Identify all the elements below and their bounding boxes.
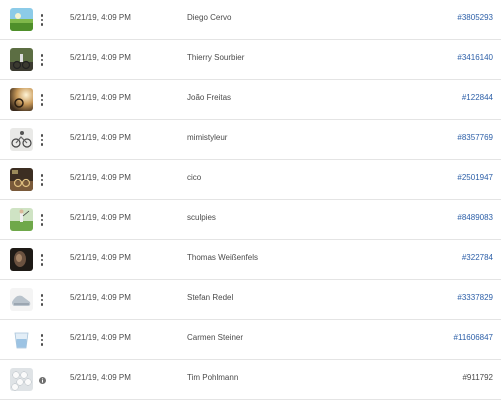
bmx-icon[interactable] — [10, 128, 33, 151]
row-author: Tim Pohlmann — [187, 373, 239, 382]
row-id-link[interactable]: #2501947 — [457, 173, 493, 182]
row-id: #911792 — [462, 373, 493, 382]
row-id-link[interactable]: #122844 — [462, 93, 493, 102]
more-options-icon[interactable] — [37, 210, 47, 230]
row-date: 5/21/19, 4:09 PM — [70, 293, 131, 302]
info-icon[interactable] — [37, 374, 47, 386]
row-date: 5/21/19, 4:09 PM — [70, 93, 131, 102]
bike-trail-icon[interactable] — [10, 168, 33, 191]
more-options-icon[interactable] — [37, 130, 47, 150]
table-row[interactable]: 5/21/19, 4:09 PM Thomas Weißenfels #3227… — [0, 240, 501, 280]
more-options-icon[interactable] — [37, 170, 47, 190]
row-author: mimistyleur — [187, 133, 228, 142]
row-author: João Freitas — [187, 93, 232, 102]
row-id-link[interactable]: #322784 — [462, 253, 493, 262]
golfer-icon[interactable] — [10, 208, 33, 231]
row-date: 5/21/19, 4:09 PM — [70, 213, 131, 222]
row-author: Stefan Redel — [187, 293, 234, 302]
table-row[interactable]: 5/21/19, 4:09 PM Stefan Redel #3337829 — [0, 280, 501, 320]
more-options-icon[interactable] — [37, 90, 47, 110]
more-options-icon[interactable] — [37, 290, 47, 310]
asset-list: 5/21/19, 4:09 PM Diego Cervo #3805293 5/… — [0, 0, 501, 400]
row-date: 5/21/19, 4:09 PM — [70, 53, 131, 62]
table-row[interactable]: 5/21/19, 4:09 PM cico #2501947 — [0, 160, 501, 200]
row-id-link[interactable]: #3805293 — [457, 13, 493, 22]
table-row[interactable]: 5/21/19, 4:09 PM Diego Cervo #3805293 — [0, 0, 501, 40]
row-id-link[interactable]: #8489083 — [457, 213, 493, 222]
row-id-link[interactable]: #3416140 — [457, 53, 493, 62]
more-options-icon[interactable] — [37, 250, 47, 270]
table-row[interactable]: 5/21/19, 4:09 PM Thierry Sourbier #34161… — [0, 40, 501, 80]
water-glass-icon[interactable] — [10, 328, 33, 351]
more-options-icon[interactable] — [37, 10, 47, 30]
row-author: Carmen Steiner — [187, 333, 244, 342]
row-id-link[interactable]: #11606847 — [454, 333, 493, 342]
table-row[interactable]: 5/21/19, 4:09 PM João Freitas #122844 — [0, 80, 501, 120]
row-date: 5/21/19, 4:09 PM — [70, 133, 131, 142]
table-row[interactable]: 5/21/19, 4:09 PM mimistyleur #8357769 — [0, 120, 501, 160]
golf-field-icon[interactable] — [10, 8, 33, 31]
row-date: 5/21/19, 4:09 PM — [70, 373, 131, 382]
row-date: 5/21/19, 4:09 PM — [70, 173, 131, 182]
row-author: sculpies — [187, 213, 216, 222]
dark-portrait-icon[interactable] — [10, 248, 33, 271]
row-author: cico — [187, 173, 202, 182]
golf-balls-icon[interactable] — [10, 368, 33, 391]
row-id-link[interactable]: #8357769 — [457, 133, 493, 142]
table-row[interactable]: 5/21/19, 4:09 PM Carmen Steiner #1160684… — [0, 320, 501, 360]
sunset-rider-icon[interactable] — [10, 88, 33, 111]
row-date: 5/21/19, 4:09 PM — [70, 253, 131, 262]
row-id-link[interactable]: #3337829 — [457, 293, 493, 302]
table-row[interactable]: 5/21/19, 4:09 PM sculpies #8489083 — [0, 200, 501, 240]
row-date: 5/21/19, 4:09 PM — [70, 13, 131, 22]
row-date: 5/21/19, 4:09 PM — [70, 333, 131, 342]
sneaker-icon[interactable] — [10, 288, 33, 311]
more-options-icon[interactable] — [37, 330, 47, 350]
table-row[interactable]: 5/21/19, 4:09 PM Tim Pohlmann #911792 — [0, 360, 501, 400]
more-options-icon[interactable] — [37, 50, 47, 70]
row-author: Diego Cervo — [187, 13, 232, 22]
row-author: Thomas Weißenfels — [187, 253, 258, 262]
cyclist-icon[interactable] — [10, 48, 33, 71]
row-author: Thierry Sourbier — [187, 53, 245, 62]
